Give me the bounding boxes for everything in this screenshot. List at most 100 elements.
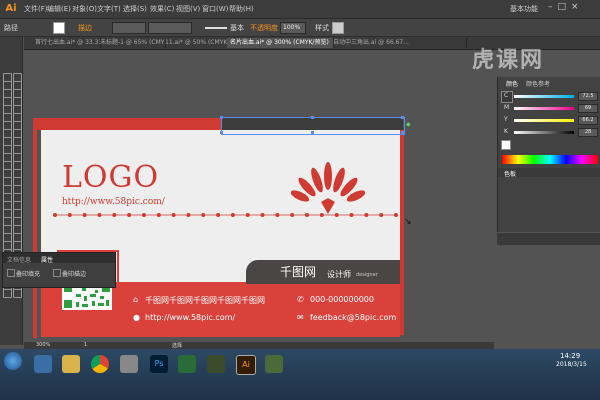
- opacity-field[interactable]: 100%: [280, 22, 306, 34]
- link-icon: ●: [133, 313, 140, 322]
- tools-panel: [0, 37, 23, 345]
- tab-swatches[interactable]: 色板: [504, 169, 516, 178]
- overprint-stroke-checkbox[interactable]: [53, 269, 61, 277]
- menu-effect[interactable]: 效果(C): [150, 4, 174, 14]
- divider-dot: [67, 213, 72, 217]
- divider-dot: [112, 213, 117, 217]
- maximize-icon[interactable]: □: [558, 2, 572, 12]
- none-swatch-icon[interactable]: [501, 140, 511, 150]
- card-brand-name[interactable]: 千图网: [280, 263, 316, 280]
- card-top-band[interactable]: [33, 118, 221, 130]
- color-spectrum[interactable]: [502, 155, 598, 164]
- window-controls[interactable]: –□×: [548, 2, 584, 12]
- color-panel: 颜色 颜色参考 C 72.5 M 69 Y 66.2 K 28 色板: [497, 77, 600, 232]
- selection-handle[interactable]: [220, 131, 223, 134]
- card-job-title-en[interactable]: designer: [356, 272, 378, 278]
- overprint-fill-label: 叠印填充: [16, 271, 41, 278]
- workspace-switcher[interactable]: 基本功能: [510, 4, 538, 14]
- tab-doc-5[interactable]: 自动中三角出.ai @ 66.67...: [330, 38, 467, 48]
- menu-help[interactable]: 帮助(H): [229, 4, 254, 14]
- ie-icon[interactable]: [34, 355, 52, 373]
- card-phone[interactable]: 000-000000000: [310, 295, 374, 304]
- tab-color-guide[interactable]: 颜色参考: [526, 79, 550, 88]
- selection-handle[interactable]: [220, 116, 223, 119]
- folder-icon[interactable]: [62, 355, 80, 373]
- tab-attributes[interactable]: 属性: [41, 255, 53, 264]
- chrome-icon[interactable]: [91, 355, 109, 373]
- selection-handle[interactable]: [311, 116, 314, 119]
- app-icon-2[interactable]: [207, 355, 225, 373]
- fan-logo-icon[interactable]: [291, 158, 365, 216]
- photoshop-icon[interactable]: Ps: [150, 355, 168, 373]
- tab-color[interactable]: 颜色: [506, 79, 518, 88]
- channel-y-value[interactable]: 66.2: [578, 116, 598, 125]
- zoom-field[interactable]: 300%: [36, 342, 50, 348]
- taskbar-date[interactable]: 2018/3/15: [556, 361, 587, 368]
- artboard-number[interactable]: 1: [84, 342, 87, 348]
- overprint-fill-checkbox[interactable]: [7, 269, 15, 277]
- tab-document-info[interactable]: 文档信息: [7, 255, 31, 264]
- divider-dot: [186, 213, 191, 217]
- channel-y-label: Y: [504, 116, 508, 123]
- channel-k-slider[interactable]: [514, 131, 574, 134]
- channel-y-slider[interactable]: [514, 119, 574, 122]
- menu-file[interactable]: 文件(F): [24, 4, 48, 14]
- tool-icon[interactable]: [3, 289, 12, 298]
- menu-select[interactable]: 选择(S): [123, 4, 147, 14]
- status-bar: 300% 1 选择: [24, 342, 494, 349]
- menu-object[interactable]: 对象(O): [72, 4, 97, 14]
- card-website-top[interactable]: http://www.58pic.com/: [62, 197, 165, 207]
- opacity-label[interactable]: 不透明度: [250, 23, 278, 33]
- tab-doc-3[interactable]: 11.ai* @ 50% (CMYK/预...: [162, 38, 231, 48]
- app-icon[interactable]: [178, 355, 196, 373]
- status-mode: 选择: [172, 343, 183, 349]
- panel-footer: [497, 233, 600, 245]
- selection-handle[interactable]: [401, 116, 404, 119]
- illustrator-icon[interactable]: Ai: [236, 355, 256, 375]
- channel-c-label: C: [504, 92, 509, 99]
- taskbar-clock[interactable]: 14:29: [560, 352, 580, 360]
- selection-handle[interactable]: [311, 131, 314, 134]
- card-email[interactable]: feedback@58pic.com: [310, 313, 396, 322]
- menu-window[interactable]: 窗口(W): [202, 4, 228, 14]
- menu-view[interactable]: 视图(V): [176, 4, 200, 14]
- divider-dot: [141, 213, 146, 217]
- stroke-label[interactable]: 描边: [78, 23, 92, 33]
- phone-icon: ✆: [297, 295, 304, 304]
- style-swatch[interactable]: [332, 22, 344, 34]
- mail-icon: ✉: [297, 313, 304, 322]
- channel-c-slider[interactable]: [514, 95, 574, 98]
- divider-dot: [275, 213, 280, 217]
- variable-width-field[interactable]: [148, 22, 192, 34]
- minimize-icon[interactable]: –: [548, 2, 558, 12]
- card-job-title[interactable]: 设计师: [327, 269, 351, 280]
- tool-icon[interactable]: [13, 289, 22, 298]
- menu-edit[interactable]: 编辑(E): [47, 4, 71, 14]
- channel-m-value[interactable]: 69: [578, 104, 598, 113]
- tab-doc-2[interactable]: 未标题-1 @ 65% (CMYK/...: [97, 38, 166, 48]
- card-url[interactable]: http://www.58pic.com/: [145, 313, 235, 322]
- fill-swatch[interactable]: [53, 22, 65, 34]
- mouse-cursor-icon: ↘: [404, 217, 412, 227]
- channel-m-slider[interactable]: [514, 107, 574, 110]
- stroke-line-icon: [205, 27, 227, 29]
- app-icon-3[interactable]: [265, 355, 283, 373]
- tab-doc-active[interactable]: 名片出血.ai* @ 300% (CMYK/预览): [227, 38, 334, 48]
- menu-type[interactable]: 文字(T): [97, 4, 121, 14]
- title-bar: Ai 文件(F) 编辑(E) 对象(O) 文字(T) 选择(S) 效果(C) 视…: [0, 0, 600, 19]
- selection-handle[interactable]: [401, 131, 404, 134]
- stroke-weight-field[interactable]: [112, 22, 146, 34]
- card-address[interactable]: 千图网千图网千图网千图网千图网: [145, 295, 265, 306]
- close-icon[interactable]: ×: [571, 2, 584, 12]
- channel-k-value[interactable]: 28: [578, 128, 598, 137]
- channel-m-label: M: [504, 104, 510, 111]
- stroke-style-label[interactable]: 基本: [230, 23, 244, 33]
- card-logo-text[interactable]: LOGO: [62, 160, 159, 195]
- card-bleed-left: [33, 118, 37, 338]
- start-button-icon[interactable]: [4, 352, 22, 370]
- media-icon[interactable]: [120, 355, 138, 373]
- channel-k-label: K: [504, 128, 508, 135]
- divider-dot: [260, 213, 265, 217]
- tab-doc-1[interactable]: 首行七出血.ai* @ 33.33...: [32, 38, 101, 48]
- channel-c-value[interactable]: 72.5: [578, 92, 598, 101]
